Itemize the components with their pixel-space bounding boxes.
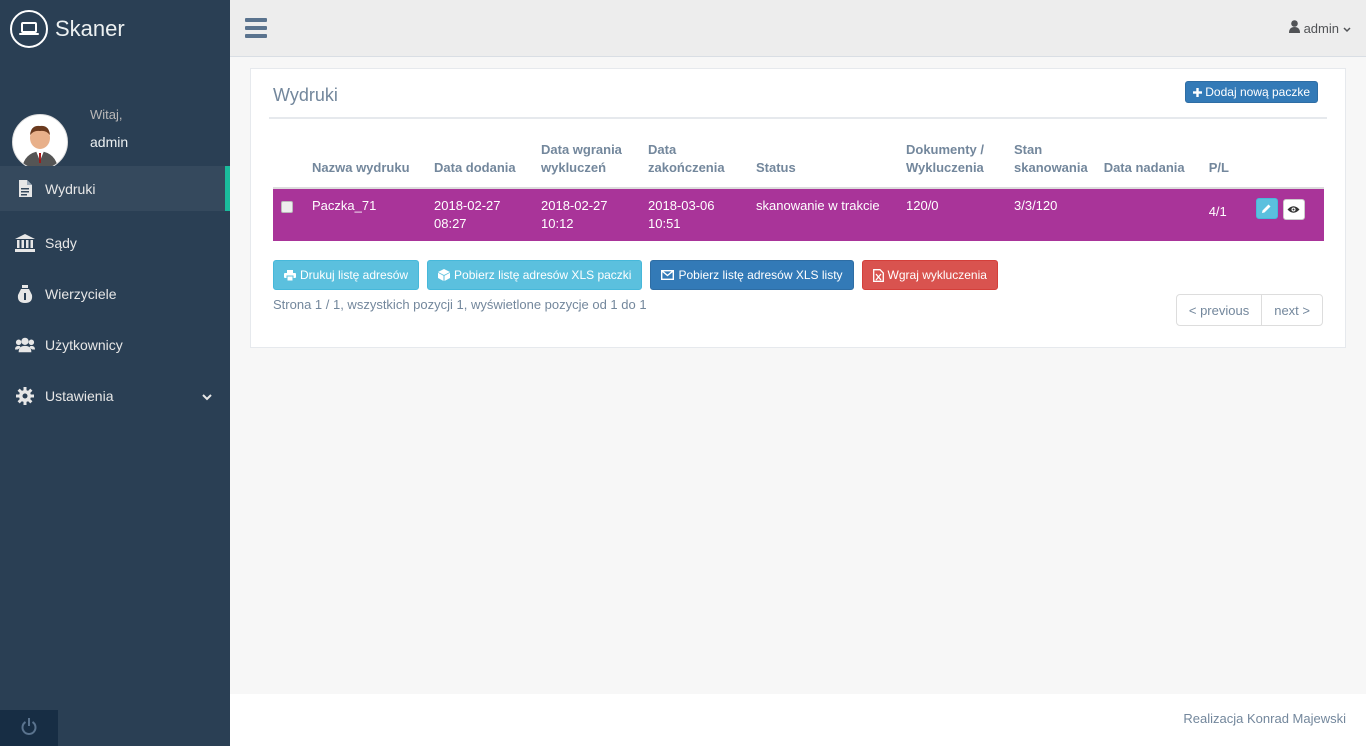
- money-bag-icon: [15, 284, 35, 304]
- print-addresses-label: Drukuj listę adresów: [300, 268, 409, 282]
- cube-icon: [438, 269, 454, 281]
- eye-icon: [1287, 205, 1300, 214]
- divider: [269, 117, 1327, 119]
- sidebar-item-uzytkownicy[interactable]: Użytkownicy: [0, 319, 230, 370]
- sidebar-item-wydruki[interactable]: Wydruki: [0, 166, 230, 211]
- sidebar-item-label: Ustawienia: [45, 387, 114, 404]
- cell-date-finished: 2018-03-06 10:51: [640, 188, 748, 241]
- download-xls-list-label: Pobierz listę adresów XLS listy: [678, 268, 843, 282]
- cell-scan-state: 3/3/120: [1006, 188, 1096, 241]
- envelope-icon: [661, 270, 678, 280]
- cell-date-sent: [1095, 188, 1201, 241]
- brand-title: Skaner: [55, 15, 125, 41]
- footer: Realizacja Konrad Majewski: [230, 694, 1366, 746]
- users-icon: [15, 335, 35, 355]
- user-menu-name: admin: [1303, 20, 1339, 36]
- row-checkbox[interactable]: [281, 201, 293, 213]
- download-xls-package-button[interactable]: Pobierz listę adresów XLS paczki: [427, 260, 643, 290]
- footer-credit: Realizacja Konrad Majewski: [1183, 711, 1346, 726]
- welcome-text: Witaj,: [90, 106, 123, 122]
- column-header[interactable]: P/L: [1200, 141, 1248, 189]
- column-header[interactable]: Status: [748, 141, 898, 189]
- column-header[interactable]: Nazwa wydruku: [304, 141, 426, 189]
- column-header-select: [273, 141, 304, 189]
- action-bar: Drukuj listę adresów Pobierz listę adres…: [273, 260, 1006, 290]
- laptop-icon: [10, 9, 48, 48]
- menu-toggle-icon[interactable]: [245, 18, 267, 38]
- column-header[interactable]: Stan skanowania: [1006, 141, 1096, 189]
- edit-button[interactable]: [1255, 198, 1278, 219]
- main-panel: Wydruki Dodaj nową paczke Nazwa wydruku …: [250, 68, 1346, 348]
- print-addresses-button[interactable]: Drukuj listę adresów: [273, 260, 420, 290]
- view-button[interactable]: [1282, 199, 1305, 220]
- column-header[interactable]: Data wgrania wykluczeń: [533, 141, 640, 189]
- pager: < previous next >: [1175, 294, 1323, 326]
- excel-file-icon: [872, 268, 888, 282]
- cell-documents: 120/0: [898, 188, 1006, 241]
- sidebar-item-label: Użytkownicy: [45, 336, 123, 353]
- cell-status: skanowanie w trakcie: [748, 188, 898, 241]
- column-header-actions: [1247, 141, 1324, 189]
- next-page-button[interactable]: next >: [1261, 295, 1322, 325]
- pencil-icon: [1261, 203, 1272, 214]
- bank-icon: [15, 233, 35, 253]
- sidebar-item-sady[interactable]: Sądy: [0, 217, 230, 268]
- plus-icon: [1193, 87, 1203, 97]
- add-package-button[interactable]: Dodaj nową paczke: [1185, 81, 1318, 103]
- cell-pl: 4/1: [1200, 188, 1248, 241]
- cell-name: Paczka_71: [304, 188, 426, 241]
- gear-icon: [15, 386, 35, 406]
- column-header[interactable]: Data dodania: [426, 141, 533, 189]
- table-header-row: Nazwa wydruku Data dodania Data wgrania …: [273, 141, 1324, 189]
- sidebar-item-wierzyciele[interactable]: Wierzyciele: [0, 268, 230, 319]
- brand[interactable]: Skaner: [0, 0, 230, 57]
- column-header[interactable]: Dokumenty / Wykluczenia: [898, 141, 1006, 189]
- top-navbar: admin: [230, 0, 1366, 57]
- avatar: [12, 114, 68, 170]
- user-icon: [1288, 20, 1300, 36]
- page-title: Wydruki: [273, 85, 338, 105]
- column-header[interactable]: Data nadania: [1095, 141, 1201, 189]
- logout-button[interactable]: [0, 710, 58, 746]
- sidebar: Skaner Witaj, admin Wydruki Sądy Wierzyc…: [0, 0, 230, 746]
- sidebar-item-ustawienia[interactable]: Ustawienia: [0, 370, 230, 421]
- sidebar-item-label: Sądy: [45, 234, 77, 251]
- sidebar-item-label: Wierzyciele: [45, 285, 117, 302]
- cell-date-exclusions: 2018-02-27 10:12: [533, 188, 640, 241]
- user-menu[interactable]: admin: [1288, 20, 1351, 36]
- previous-page-button[interactable]: < previous: [1177, 295, 1261, 325]
- download-xls-list-button[interactable]: Pobierz listę adresów XLS listy: [650, 260, 854, 290]
- profile-username: admin: [90, 133, 129, 150]
- column-header[interactable]: Data zakończenia: [640, 141, 748, 189]
- sidebar-item-label: Wydruki: [45, 180, 96, 197]
- upload-exclusions-label: Wgraj wykluczenia: [887, 268, 987, 282]
- pagination-info: Strona 1 / 1, wszystkich pozycji 1, wyśw…: [273, 297, 647, 312]
- table-row[interactable]: Paczka_71 2018-02-27 08:27 2018-02-27 10…: [273, 188, 1324, 241]
- cell-date-added: 2018-02-27 08:27: [426, 188, 533, 241]
- print-icon: [284, 269, 300, 281]
- chevron-down-icon: [1343, 21, 1351, 36]
- chevron-down-icon: [202, 388, 212, 404]
- download-xls-package-label: Pobierz listę adresów XLS paczki: [454, 268, 632, 282]
- add-package-label: Dodaj nową paczke: [1205, 85, 1310, 99]
- packages-table: Nazwa wydruku Data dodania Data wgrania …: [273, 141, 1324, 241]
- file-icon: [15, 179, 35, 199]
- power-icon: [21, 718, 37, 738]
- sidebar-nav: Wydruki Sądy Wierzyciele Użytkownicy Ust…: [0, 166, 230, 421]
- upload-exclusions-button[interactable]: Wgraj wykluczenia: [861, 260, 998, 290]
